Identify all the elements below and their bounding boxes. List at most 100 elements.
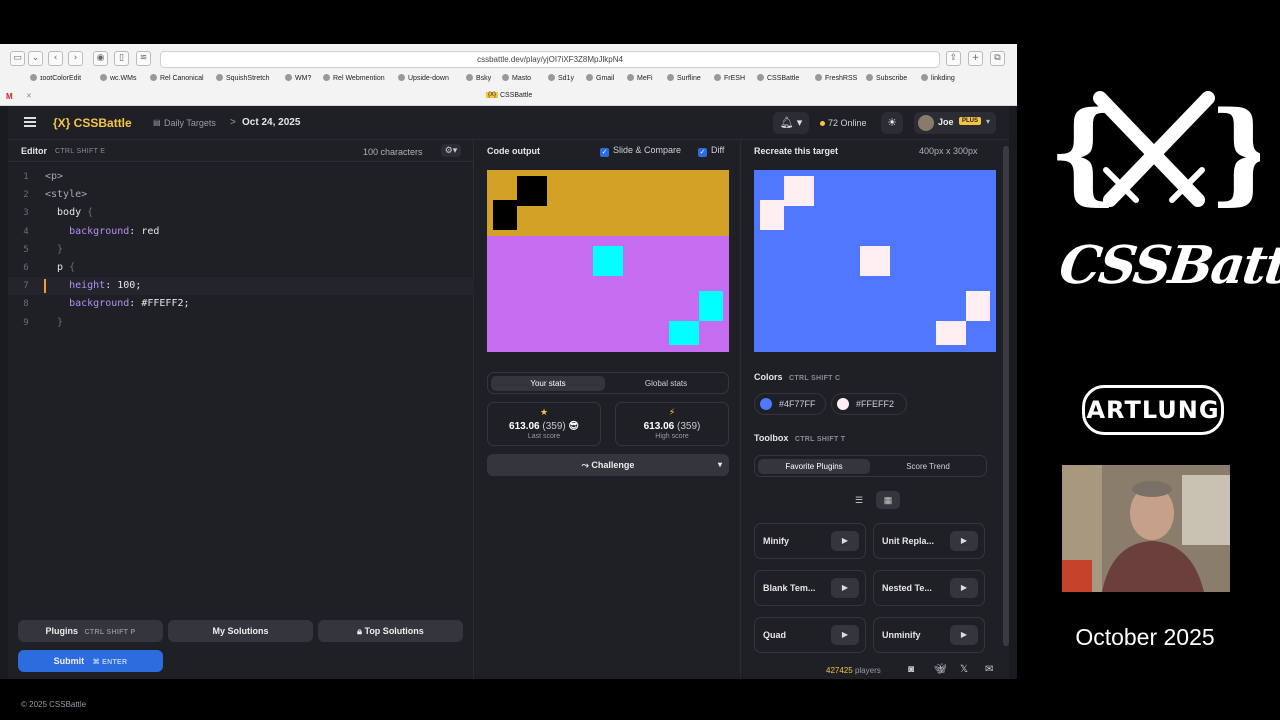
bookmark-item[interactable]: Gmail — [586, 74, 614, 82]
target-preview[interactable] — [754, 170, 996, 352]
close-icon[interactable]: ✕ — [26, 92, 32, 100]
tab-score-trend[interactable]: Score Trend — [872, 459, 984, 474]
menu-icon[interactable] — [24, 117, 36, 127]
slide-compare-toggle[interactable]: ✓ Slide & Compare — [600, 145, 681, 157]
code-text: } — [45, 241, 63, 259]
breadcrumb-daily-targets[interactable]: Daily Targets — [164, 118, 216, 128]
play-icon[interactable]: ▶ — [950, 578, 978, 598]
code-text: background: red — [45, 223, 159, 241]
plugin-card-nested-template[interactable]: Nested Te... ▶ — [873, 570, 985, 606]
plugin-card-unit-replace[interactable]: Unit Repla... ▶ — [873, 523, 985, 559]
bookmark-favicon-icon — [216, 74, 223, 81]
bookmark-item[interactable]: Subscribe — [866, 74, 907, 82]
bookmark-item[interactable]: FrESH — [714, 74, 745, 82]
tab-favorite-plugins[interactable]: Favorite Plugins — [758, 459, 870, 474]
tab-title[interactable]: CSSBattle — [500, 92, 532, 99]
color-chip-pink[interactable]: #FFEFF2 — [831, 393, 907, 415]
code-line[interactable]: 8 background: #FFEFF2; — [8, 295, 474, 313]
grid-view-icon[interactable]: ▦ — [876, 491, 900, 509]
bookmark-item[interactable]: WM? — [285, 74, 311, 82]
editor-settings-button[interactable]: ⚙▾ — [441, 144, 461, 157]
plugin-card-quad[interactable]: Quad ▶ — [754, 617, 866, 653]
high-score-value: 613.06 — [643, 421, 675, 432]
gmail-icon[interactable]: M — [6, 92, 13, 101]
code-line[interactable]: 2 <style> — [8, 186, 474, 204]
bookmark-item[interactable]: Bsky — [466, 74, 491, 82]
scrollbar[interactable] — [1003, 146, 1009, 646]
code-line[interactable]: 4 background: red — [8, 223, 474, 241]
play-icon[interactable]: ▶ — [831, 625, 859, 645]
bookmark-item[interactable]: wc.WMs — [100, 74, 136, 82]
code-line[interactable]: 7 height: 100; — [8, 277, 474, 296]
tab-global-stats[interactable]: Global stats — [609, 376, 723, 391]
tabs-overview-icon[interactable]: ⧉ — [990, 51, 1005, 66]
chevron-down-icon: ▾ — [986, 117, 991, 126]
code-line[interactable]: 6 p { — [8, 259, 474, 277]
back-icon[interactable]: ‹ — [48, 51, 63, 66]
bookmark-item[interactable]: Sd1y — [548, 74, 574, 82]
color-chip-blue[interactable]: #4F77FF — [754, 393, 826, 415]
colors-shortcut: CTRL SHIFT C — [789, 375, 841, 382]
bookmark-item[interactable]: Rel Canonical — [150, 74, 204, 82]
new-tab-icon[interactable]: + — [968, 51, 983, 66]
theme-toggle-button[interactable]: ☀ — [881, 112, 903, 134]
line-number: 2 — [23, 190, 29, 201]
bookmark-item[interactable]: ɪootColorEdit — [30, 74, 81, 82]
play-icon[interactable]: ▶ — [831, 531, 859, 551]
bookmark-item[interactable]: MeFi — [627, 74, 653, 82]
bookmark-favicon-icon — [921, 74, 928, 81]
notifications-button[interactable]: 🔔︎ ▾ — [773, 112, 809, 134]
submit-button[interactable]: Submit ⌘ ENTER — [18, 650, 163, 672]
bookmark-item[interactable]: SquishStretch — [216, 74, 270, 82]
mail-icon[interactable]: ✉ — [985, 664, 993, 675]
high-score-card: ⚡︎ 613.06 (359) High score — [615, 402, 729, 446]
top-solutions-button[interactable]: 🔒︎ Top Solutions — [318, 620, 463, 642]
bookmark-item[interactable]: linkding — [921, 74, 955, 82]
bluesky-icon[interactable]: 🦋︎ — [934, 664, 947, 675]
challenge-button[interactable]: ⤳ Challenge ▾ — [487, 454, 729, 476]
forward-icon[interactable]: › — [68, 51, 83, 66]
plugins-button[interactable]: Plugins CTRL SHIFT P — [18, 620, 163, 642]
extension-icon-2[interactable]: ≋ — [136, 51, 151, 66]
color-swatch — [760, 398, 772, 410]
code-output-preview[interactable] — [487, 170, 729, 352]
bookmark-item[interactable]: Rel Webmention — [323, 74, 385, 82]
code-line[interactable]: 9 } — [8, 314, 474, 332]
bookmark-item[interactable]: Upside-down — [398, 74, 449, 82]
chevron-down-icon[interactable]: ⌄ — [28, 51, 43, 66]
bookmark-favicon-icon — [757, 74, 764, 81]
code-editor[interactable]: 1 <p> 2 <style> 3 body {4 background: red 5 }… — [8, 168, 474, 332]
my-solutions-button[interactable]: My Solutions — [168, 620, 313, 642]
target-size: 400px x 300px — [919, 146, 978, 156]
plugin-card-unminify[interactable]: Unminify ▶ — [873, 617, 985, 653]
sidebar-toggle-icon[interactable]: ▭ — [10, 51, 25, 66]
play-icon[interactable]: ▶ — [950, 531, 978, 551]
code-line[interactable]: 5 } — [8, 241, 474, 259]
code-text: background: #FFEFF2; — [45, 295, 189, 313]
code-line[interactable]: 1 <p> — [8, 168, 474, 186]
checkbox-icon: ✓ — [698, 148, 707, 157]
cssbattle-logo[interactable]: {X} CSSBattle — [53, 116, 132, 130]
bookmark-label: WM? — [295, 75, 312, 82]
share-icon[interactable]: ⇪ — [946, 51, 961, 66]
browser-chrome: ▭ ⌄ ‹ › ◉ ▯ ≋ cssbattle.dev/play/yjOI7iX… — [0, 44, 1017, 106]
url-bar[interactable]: cssbattle.dev/play/yjOI7iXF3Z8MpJlkpN4 — [160, 51, 940, 68]
extension-icon[interactable]: ▯ — [114, 51, 129, 66]
discord-icon[interactable]: ◙ — [908, 664, 914, 675]
bookmark-item[interactable]: FreshRSS — [815, 74, 857, 82]
shield-icon[interactable]: ◉ — [93, 51, 108, 66]
plugin-card-blank-template[interactable]: Blank Tem... ▶ — [754, 570, 866, 606]
list-view-icon[interactable]: ☰ — [847, 491, 871, 509]
bookmark-item[interactable]: Masto — [502, 74, 531, 82]
bookmark-item[interactable]: CSSBattle — [757, 74, 799, 82]
x-icon[interactable]: 𝕏 — [960, 664, 968, 675]
play-icon[interactable]: ▶ — [831, 578, 859, 598]
play-icon[interactable]: ▶ — [950, 625, 978, 645]
bookmark-item[interactable]: Surfline — [667, 74, 701, 82]
code-line[interactable]: 3 body { — [8, 204, 474, 222]
user-menu[interactable]: Joe PLUS ▾ — [914, 112, 996, 134]
tab-your-stats[interactable]: Your stats — [491, 376, 605, 391]
user-name: Joe — [938, 117, 954, 127]
plugin-card-minify[interactable]: Minify ▶ — [754, 523, 866, 559]
diff-toggle[interactable]: ✓ Diff — [698, 145, 724, 157]
